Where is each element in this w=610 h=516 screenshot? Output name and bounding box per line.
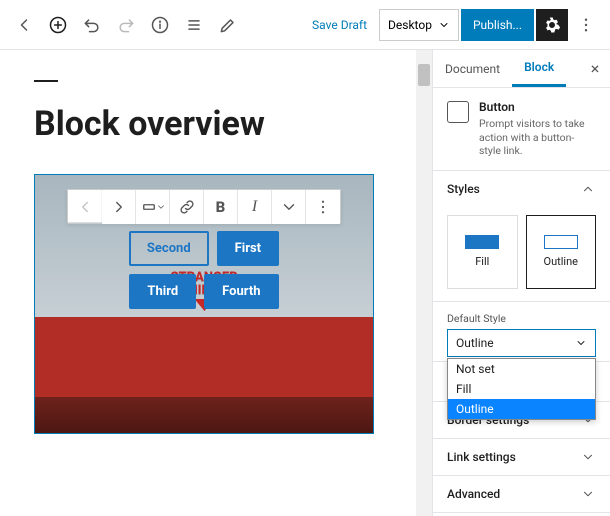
toolbar-move-left[interactable] <box>68 190 102 224</box>
add-block-button[interactable] <box>42 9 74 41</box>
info-button[interactable] <box>144 9 176 41</box>
editor-scrollbar[interactable] <box>416 50 432 516</box>
button-block-icon <box>447 101 469 123</box>
button-second[interactable]: Second <box>129 231 209 266</box>
page-title[interactable]: Block overview <box>34 104 382 144</box>
toolbar-bold[interactable]: B <box>204 190 238 224</box>
toolbar-link[interactable] <box>170 190 204 224</box>
toolbar-italic[interactable]: I <box>238 190 272 224</box>
fill-preview-icon <box>465 235 499 249</box>
tab-document[interactable]: Document <box>433 52 512 86</box>
style-outline-label: Outline <box>544 255 579 268</box>
block-toolbar: B I <box>67 189 341 223</box>
block-name: Button <box>479 100 596 114</box>
chevron-down-icon <box>580 486 596 502</box>
editor-canvas[interactable]: Block overview STRANGERTHINGS B I <box>0 50 416 516</box>
gear-icon <box>543 16 561 34</box>
more-menu-button[interactable] <box>570 9 602 41</box>
style-fill-label: Fill <box>475 255 489 268</box>
publish-button[interactable]: Publish... <box>461 9 534 41</box>
panel-styles-label: Styles <box>447 182 480 196</box>
settings-sidebar: Document Block × Button Prompt visitors … <box>432 50 610 516</box>
dropdown-option-outline[interactable]: Outline <box>448 399 595 419</box>
button-first[interactable]: First <box>217 231 279 266</box>
toolbar-dropdown[interactable] <box>272 190 306 224</box>
redo-button[interactable] <box>110 9 142 41</box>
cover-block[interactable]: STRANGERTHINGS B I Second First Thi <box>34 174 374 434</box>
panel-advanced-label: Advanced <box>447 487 500 501</box>
save-draft-button[interactable]: Save Draft <box>302 12 377 38</box>
edit-mode-button[interactable] <box>212 9 244 41</box>
settings-button[interactable] <box>536 9 568 41</box>
chevron-down-icon <box>438 19 450 31</box>
button-third[interactable]: Third <box>129 274 196 309</box>
dropdown-option-notset[interactable]: Not set <box>448 359 595 379</box>
toolbar-block-type[interactable] <box>136 190 170 224</box>
panel-link-toggle[interactable]: Link settings <box>433 439 610 476</box>
outline-button[interactable] <box>178 9 210 41</box>
panel-styles-toggle[interactable]: Styles <box>433 171 610 207</box>
style-option-fill[interactable]: Fill <box>447 215 518 289</box>
default-style-label: Default Style <box>447 312 596 325</box>
divider <box>34 80 58 82</box>
toolbar-more[interactable] <box>306 190 340 224</box>
more-vertical-icon <box>577 16 595 34</box>
close-sidebar-button[interactable]: × <box>580 53 610 84</box>
preview-mode-label: Desktop <box>388 18 432 32</box>
chevron-down-icon <box>575 337 587 349</box>
style-option-outline[interactable]: Outline <box>526 215 597 289</box>
default-style-dropdown: Not set Fill Outline <box>447 358 596 420</box>
block-description: Prompt visitors to take action with a bu… <box>479 117 596 158</box>
buttons-block[interactable]: Second First Third Fourth <box>114 231 294 309</box>
button-fourth[interactable]: Fourth <box>204 274 278 309</box>
default-style-select[interactable]: Outline <box>447 329 596 357</box>
panel-link-label: Link settings <box>447 450 516 464</box>
back-button[interactable] <box>8 9 40 41</box>
toolbar-move-right[interactable] <box>102 190 136 224</box>
tab-block[interactable]: Block <box>512 50 566 87</box>
undo-button[interactable] <box>76 9 108 41</box>
outline-preview-icon <box>544 235 578 249</box>
preview-dropdown[interactable]: Desktop <box>379 9 459 41</box>
dropdown-option-fill[interactable]: Fill <box>448 379 595 399</box>
default-style-value: Outline <box>456 336 494 350</box>
chevron-up-icon <box>580 181 596 197</box>
panel-advanced-toggle[interactable]: Advanced <box>433 476 610 513</box>
chevron-down-icon <box>580 449 596 465</box>
